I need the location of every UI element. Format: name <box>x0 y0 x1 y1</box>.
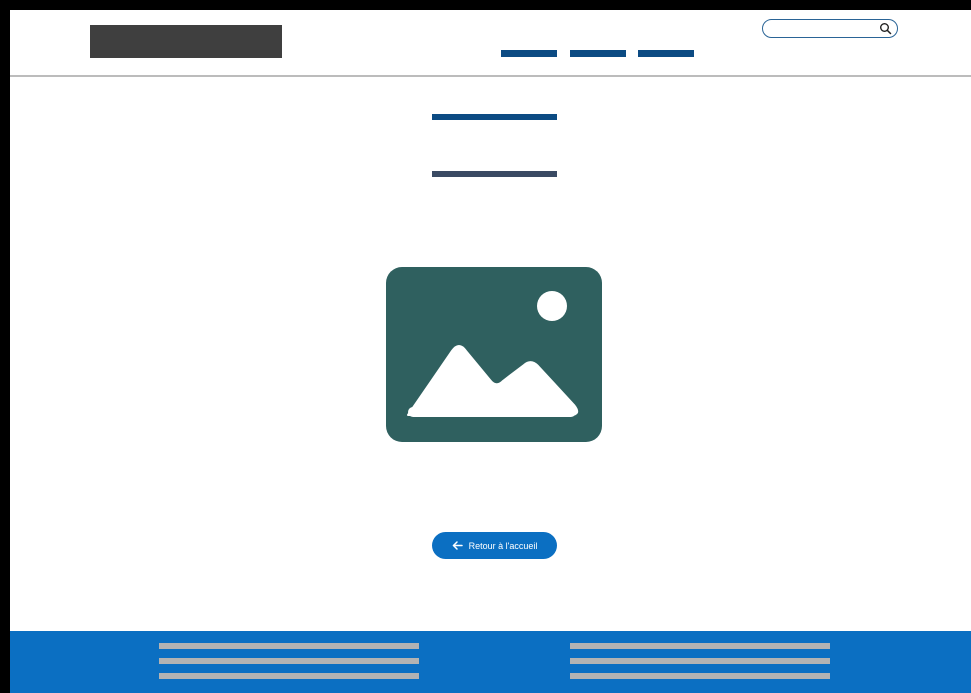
nav-link-1[interactable] <box>501 50 557 57</box>
footer-link-placeholder[interactable] <box>570 643 830 649</box>
arrow-left-icon <box>452 541 463 550</box>
search-input[interactable] <box>771 21 871 36</box>
footer-link-placeholder[interactable] <box>570 658 830 664</box>
nav-link-2[interactable] <box>570 50 626 57</box>
footer-link-placeholder[interactable] <box>570 673 830 679</box>
site-footer <box>10 631 971 693</box>
site-header <box>10 10 971 77</box>
logo-placeholder[interactable] <box>90 25 282 58</box>
search-box <box>762 19 898 38</box>
footer-link-placeholder[interactable] <box>159 673 419 679</box>
page: Retour à l'accueil <box>10 10 971 693</box>
page-subtitle-placeholder <box>432 171 557 177</box>
footer-link-placeholder[interactable] <box>159 643 419 649</box>
page-title-placeholder <box>432 114 557 120</box>
image-placeholder-icon <box>386 267 602 442</box>
back-home-label: Retour à l'accueil <box>468 540 538 551</box>
nav-link-3[interactable] <box>638 50 694 57</box>
window-frame: Retour à l'accueil <box>0 0 971 693</box>
footer-link-placeholder[interactable] <box>159 658 419 664</box>
search-icon[interactable] <box>879 22 892 35</box>
back-home-button[interactable]: Retour à l'accueil <box>432 532 557 559</box>
